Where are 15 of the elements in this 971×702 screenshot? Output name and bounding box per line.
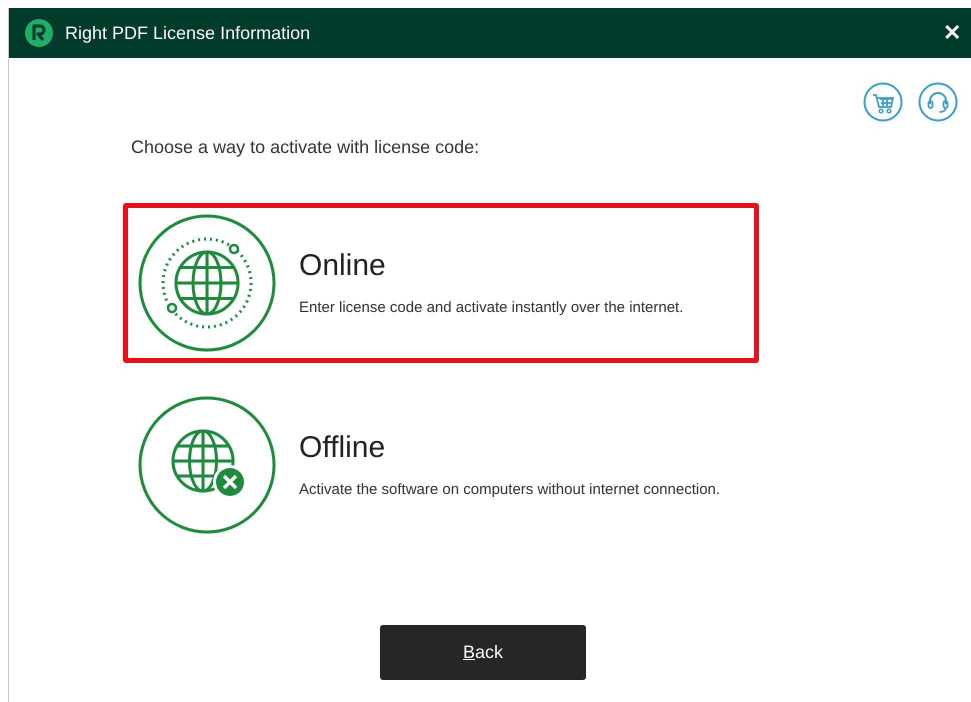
back-button[interactable]: Back: [380, 625, 586, 680]
cart-icon[interactable]: [863, 82, 903, 122]
option-title: Offline: [299, 430, 386, 466]
activation-option[interactable]: Offline Activate the software on computers without internet connection.: [123, 385, 759, 545]
globe-offline-icon: [138, 396, 276, 534]
option-title: Online: [299, 248, 387, 284]
activation-option[interactable]: Online Enter license code and activate instantly over the internet.: [123, 203, 759, 363]
instruction-text: Choose a way to activate with license code:: [131, 136, 480, 159]
close-button[interactable]: ✕: [943, 22, 961, 44]
headset-icon[interactable]: [918, 82, 958, 122]
logo-icon: [25, 19, 53, 47]
globe-orbit-icon: [138, 214, 276, 352]
option-description: Activate the software on computers without internet connection.: [299, 480, 720, 500]
option-description: Enter license code and activate instantly over the internet.: [299, 298, 684, 318]
window-title: Right PDF License Information: [65, 22, 310, 45]
